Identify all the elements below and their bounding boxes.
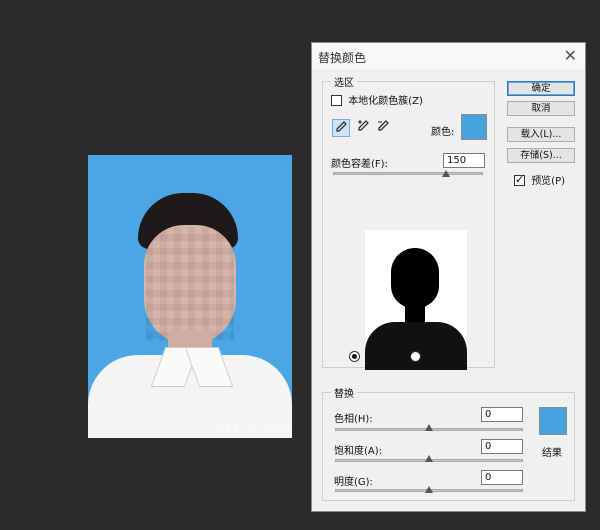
eyedropper-icon[interactable] [332,119,350,137]
result-color-swatch[interactable] [539,407,567,435]
lightness-label: 明度(G): [334,477,373,488]
mode-selection-option[interactable]: 选区(C) [349,348,400,363]
replace-color-dialog: 替换颜色 ✕ 选区 本地化颜色簇(Z) 颜色: 颜色容差(F): 150 选区(… [311,42,586,512]
hue-slider-thumb[interactable] [425,424,433,431]
selection-color-swatch[interactable] [461,114,487,140]
localized-clusters-checkbox[interactable] [331,95,342,106]
replacement-group: 替换 色相(H): 0 饱和度(A): 0 明度(G): 0 结果 [322,385,575,501]
ok-button[interactable]: 确定 [507,81,575,96]
eyedropper-minus-icon[interactable] [374,119,392,137]
lightness-input[interactable]: 0 [481,470,523,485]
dialog-titlebar[interactable]: 替换颜色 ✕ [312,43,585,69]
replacement-group-label: 替换 [331,385,357,400]
hue-input[interactable]: 0 [481,407,523,422]
localized-clusters-label: 本地化颜色簇(Z) [348,96,423,107]
localized-clusters-row[interactable]: 本地化颜色簇(Z) [331,92,423,107]
fuzziness-label: 颜色容差(F): [331,159,388,170]
mode-selection-radio[interactable] [349,351,360,362]
photo-watermark: 头条号 / Tims计数班 [216,424,291,433]
selection-group-label: 选区 [331,74,357,89]
selection-group: 选区 本地化颜色簇(Z) 颜色: 颜色容差(F): 150 选区(C) 图像(M… [322,74,495,370]
saturation-label: 饱和度(A): [334,446,383,457]
load-button[interactable]: 载入(L)... [507,127,575,142]
color-label: 颜色: [431,127,455,138]
fuzziness-slider-thumb[interactable] [441,170,450,177]
result-label: 结果 [542,448,562,459]
lightness-slider-thumb[interactable] [425,486,433,493]
saturation-input[interactable]: 0 [481,439,523,454]
mode-image-label: 图像(M) [426,352,463,363]
mode-image-radio[interactable] [410,351,421,362]
portrait-photo: 头条号 / Tims计数班 [88,155,292,438]
save-button[interactable]: 存储(S)... [507,148,575,163]
close-icon[interactable]: ✕ [564,46,577,65]
fuzziness-slider-track[interactable] [333,172,483,175]
mode-selection-label: 选区(C) [365,352,400,363]
hue-label: 色相(H): [334,414,373,425]
photo-pixelation [146,227,234,341]
preview-silhouette-head [391,248,439,308]
preview-option[interactable]: 预览(P) [514,172,565,187]
eyedropper-plus-icon[interactable] [354,119,372,137]
fuzziness-input[interactable]: 150 [443,153,485,168]
dialog-title: 替换颜色 [318,51,367,65]
cancel-button[interactable]: 取消 [507,101,575,116]
saturation-slider-thumb[interactable] [425,455,433,462]
mode-image-option[interactable]: 图像(M) [410,348,463,363]
preview-checkbox[interactable] [514,173,525,186]
preview-label: 预览(P) [531,176,566,187]
